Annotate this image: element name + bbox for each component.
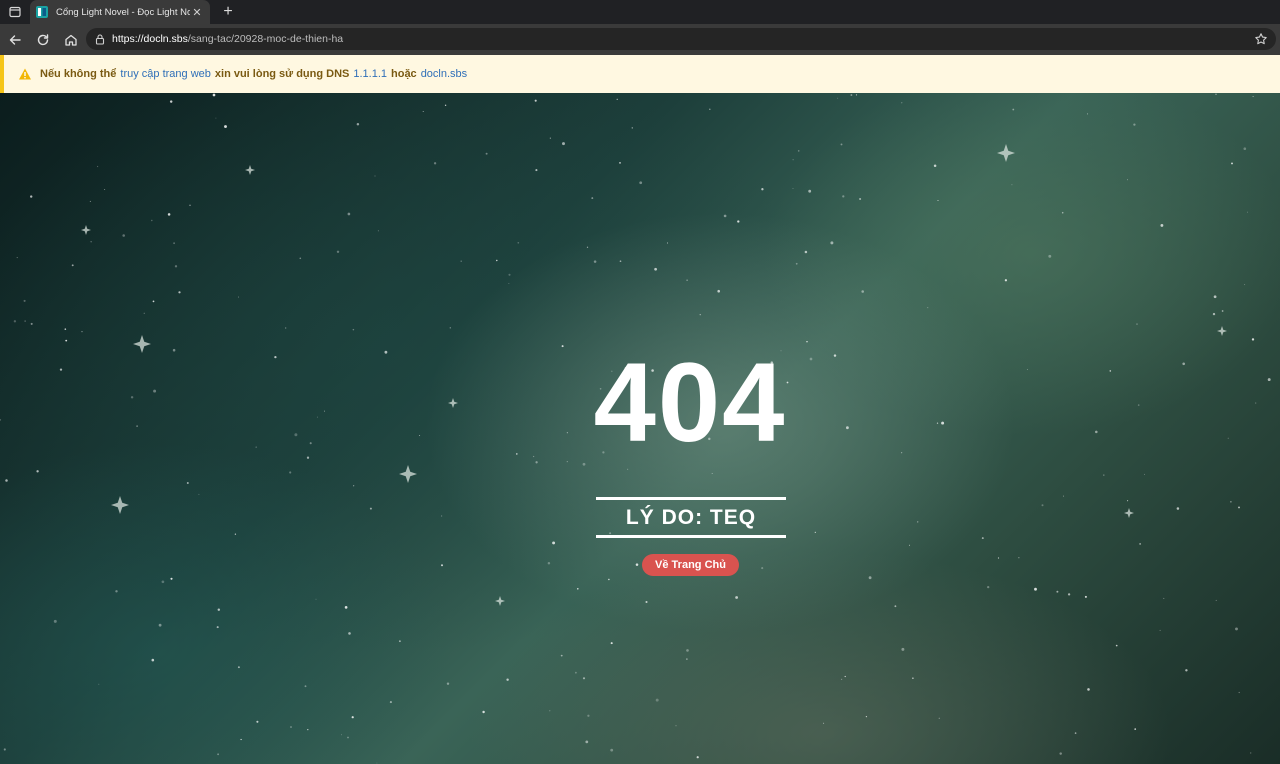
error-content: 404 LÝ DO: TEQ Về Trang Chủ bbox=[0, 93, 1280, 764]
star-icon[interactable] bbox=[1254, 32, 1268, 46]
notice-link-dns[interactable]: 1.1.1.1 bbox=[353, 68, 387, 80]
notice-link-domain[interactable]: docln.sbs bbox=[421, 68, 467, 80]
close-icon[interactable]: ✕ bbox=[190, 5, 204, 19]
notice-link-access[interactable]: truy cập trang web bbox=[120, 68, 211, 80]
browser-toolbar: https://docln.sbs/sang-tac/20928-moc-de-… bbox=[0, 24, 1280, 55]
browser-tab[interactable]: Cổng Light Novel - Đọc Light Nov ✕ bbox=[30, 0, 210, 24]
reload-icon[interactable] bbox=[30, 27, 56, 53]
address-bar[interactable]: https://docln.sbs/sang-tac/20928-moc-de-… bbox=[86, 28, 1276, 50]
notice-text-2: xin vui lòng sử dụng DNS bbox=[214, 68, 350, 80]
dns-notice-banner: Nếu không thể truy cập trang web xin vui… bbox=[0, 55, 1280, 93]
error-page-background: 404 LÝ DO: TEQ Về Trang Chủ bbox=[0, 93, 1280, 764]
error-code: 404 bbox=[593, 340, 787, 465]
back-icon[interactable] bbox=[2, 27, 28, 53]
tab-strip: Cổng Light Novel - Đọc Light Nov ✕ + bbox=[0, 0, 1280, 24]
home-icon[interactable] bbox=[58, 27, 84, 53]
url-path: /sang-tac/20928-moc-de-thien-ha bbox=[187, 33, 344, 45]
lock-icon[interactable] bbox=[94, 33, 106, 45]
tab-title: Cổng Light Novel - Đọc Light Nov bbox=[56, 6, 190, 18]
url-host: https://docln.sbs bbox=[112, 33, 188, 45]
url-text[interactable]: https://docln.sbs/sang-tac/20928-moc-de-… bbox=[112, 33, 1254, 45]
notice-text-1: Nếu không thể bbox=[40, 68, 117, 80]
error-reason: LÝ DO: TEQ bbox=[596, 497, 786, 538]
warning-icon bbox=[19, 68, 31, 80]
tab-actions-icon[interactable] bbox=[0, 0, 30, 24]
plus-icon[interactable]: + bbox=[216, 0, 240, 24]
notice-text-3: hoặc bbox=[391, 68, 417, 80]
home-button[interactable]: Về Trang Chủ bbox=[642, 554, 739, 576]
favicon-icon bbox=[36, 6, 48, 18]
